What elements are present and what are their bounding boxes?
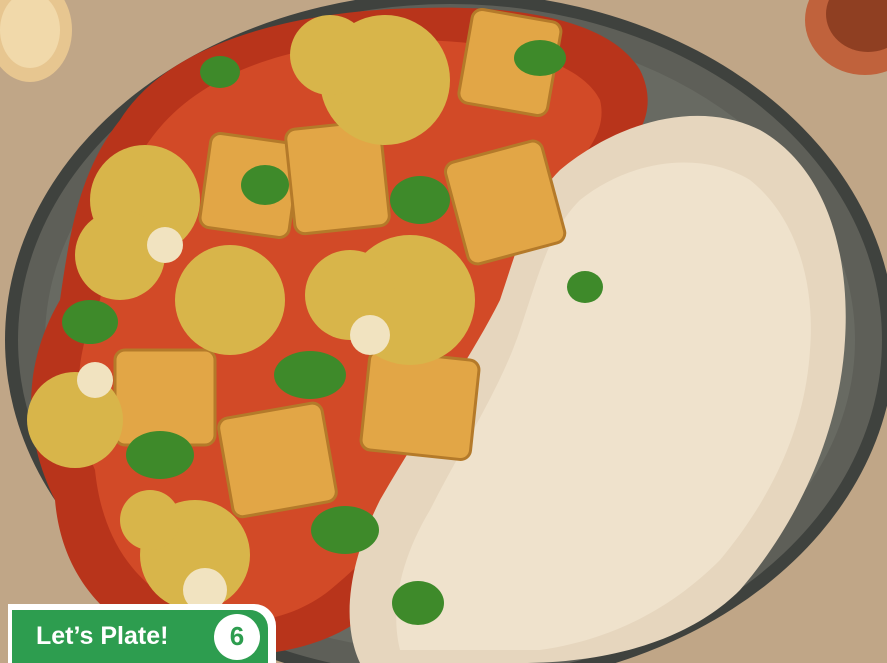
step-title: Let’s Plate! bbox=[36, 622, 169, 650]
step-badge: Let’s Plate! 6 bbox=[8, 604, 276, 663]
recipe-photo bbox=[0, 0, 887, 663]
step-badge-banner: Let’s Plate! 6 bbox=[12, 610, 268, 663]
step-number-badge: 6 bbox=[214, 613, 260, 660]
curry-plate-illustration bbox=[0, 0, 887, 663]
